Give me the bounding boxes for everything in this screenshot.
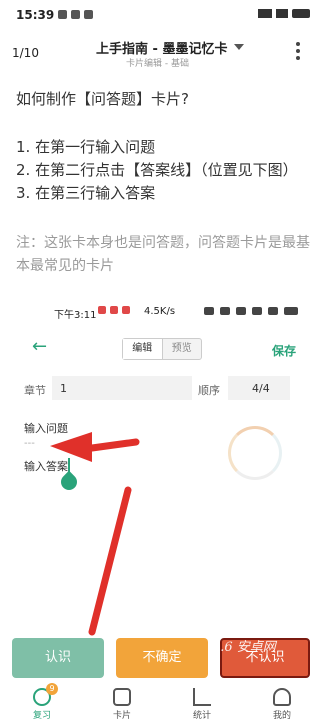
nav-label: 复习	[32, 711, 51, 721]
order-value: 4/4	[252, 382, 270, 395]
notification-icon	[98, 306, 106, 314]
battery-icon	[284, 307, 298, 315]
notification-icon	[71, 10, 80, 19]
edit-preview-toggle: 编辑 预览	[122, 338, 202, 360]
network-speed: 4.5K/s	[144, 306, 176, 317]
nav-stats[interactable]: 统计	[182, 686, 222, 721]
battery-icon	[292, 9, 310, 18]
notification-icon	[122, 306, 130, 314]
system-icons	[258, 9, 310, 18]
embedded-status-bar: 下午3:11 4.5K/s	[14, 304, 310, 321]
tab-edit[interactable]: 编辑	[123, 339, 163, 359]
review-badge: 9	[46, 683, 58, 695]
status-icon	[220, 307, 230, 315]
tab-preview[interactable]: 预览	[163, 339, 202, 359]
wifi-icon	[252, 307, 262, 315]
card-question: 如何制作【问答题】卡片?	[16, 90, 189, 108]
status-bar: 15:39	[0, 0, 324, 28]
more-vertical-icon[interactable]	[296, 42, 300, 63]
embedded-app-bar: ← 编辑 预览 保存	[14, 334, 310, 362]
order-label: 顺序	[198, 384, 220, 397]
card-counter: 1/10	[12, 46, 39, 60]
bottom-nav: 9 复习 卡片 统计 我的	[0, 683, 324, 721]
answer-field[interactable]: 输入答案	[24, 458, 68, 474]
signal-icon	[258, 9, 272, 18]
loading-spinner-icon	[228, 426, 282, 480]
notification-icons	[58, 10, 93, 19]
question-field[interactable]: 输入问题	[24, 420, 68, 436]
notification-icon	[58, 10, 67, 19]
chart-icon	[193, 688, 211, 706]
notification-icon	[84, 10, 93, 19]
signal-icon	[268, 307, 278, 315]
card-note: 注：这张卡本身也是问答题，问答题卡片是最基本最常见的卡片	[16, 235, 310, 274]
back-arrow-icon[interactable]: ←	[32, 338, 47, 356]
watermark: 9.6 安卓网	[212, 640, 276, 655]
instruction-step: 1. 在第一行输入问题	[16, 138, 156, 156]
wifi-icon	[276, 9, 288, 18]
deck-title[interactable]: 上手指南 - 墨墨记忆卡	[96, 38, 227, 57]
embedded-time: 下午3:11	[54, 310, 97, 321]
instruction-step: 3. 在第三行输入答案	[16, 184, 156, 202]
chapter-order-row: 章节 1 顺序 4/4	[14, 376, 310, 402]
nav-me[interactable]: 我的	[262, 686, 302, 721]
nav-label: 统计	[192, 711, 211, 721]
answer-line: ---	[24, 438, 35, 449]
deck-subtitle: 卡片编辑 - 基础	[126, 59, 189, 69]
nav-label: 我的	[272, 711, 291, 721]
notification-icon	[110, 306, 118, 314]
instruction-step: 2. 在第二行点击【答案线】（位置见下图）	[16, 161, 298, 179]
save-button[interactable]: 保存	[272, 342, 296, 359]
person-icon	[273, 688, 291, 706]
cursor-handle[interactable]	[57, 470, 81, 494]
status-time: 15:39	[16, 8, 55, 22]
chapter-field[interactable]	[52, 376, 192, 400]
nav-review[interactable]: 9 复习	[22, 683, 62, 721]
cards-icon	[113, 688, 131, 706]
nav-cards[interactable]: 卡片	[102, 686, 142, 721]
unsure-button[interactable]: 不确定	[116, 638, 208, 678]
chapter-value: 1	[60, 382, 67, 395]
know-button[interactable]: 认识	[12, 638, 104, 678]
status-icon	[204, 307, 214, 315]
chapter-label: 章节	[24, 384, 46, 397]
chevron-down-icon[interactable]	[234, 44, 244, 50]
card-header: 1/10 上手指南 - 墨墨记忆卡 卡片编辑 - 基础	[0, 28, 324, 74]
nav-label: 卡片	[112, 711, 131, 721]
alarm-icon	[236, 307, 246, 315]
